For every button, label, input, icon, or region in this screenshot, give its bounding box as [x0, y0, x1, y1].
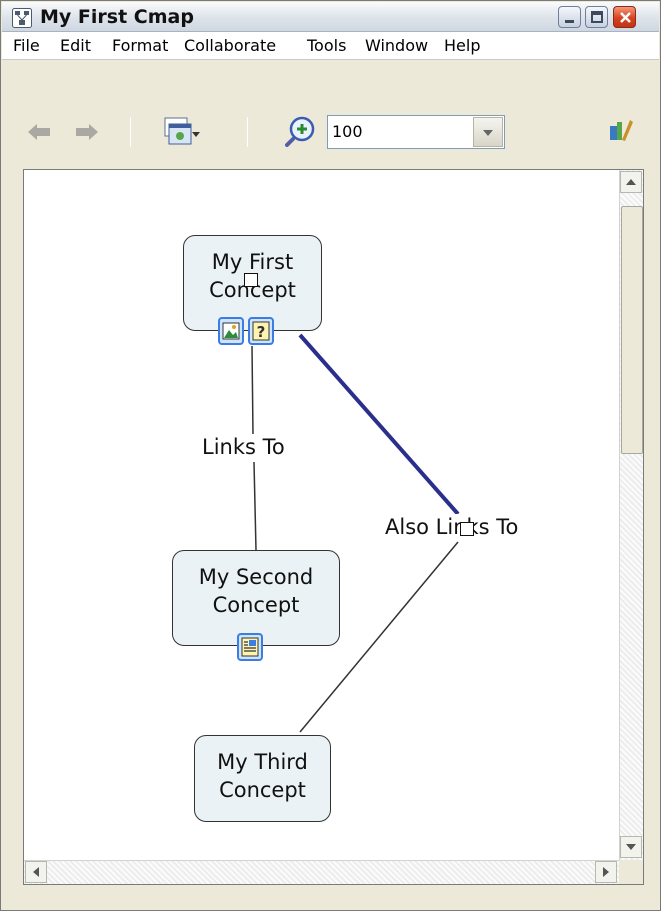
zoom-combobox[interactable]: 100 [327, 115, 505, 149]
zoom-in-icon[interactable] [285, 115, 317, 147]
link-label-links-to[interactable]: Links To [200, 434, 287, 460]
zoom-value[interactable]: 100 [332, 116, 363, 148]
scroll-down-button[interactable] [620, 836, 642, 858]
selected-link-line[interactable] [298, 333, 460, 516]
link-line[interactable] [251, 345, 254, 436]
close-icon [620, 12, 631, 23]
concept-label-line: My Second [198, 565, 314, 589]
link-label-also-links-to[interactable]: Also Links To [383, 514, 521, 540]
maximize-button[interactable] [585, 6, 608, 28]
chevron-up-icon [626, 179, 636, 185]
chevron-down-icon [483, 130, 493, 136]
scroll-right-button[interactable] [595, 861, 617, 883]
scroll-left-button[interactable] [25, 861, 47, 883]
zoom-dropdown-button[interactable] [473, 117, 503, 147]
selection-handle[interactable] [460, 522, 474, 536]
minimize-button[interactable] [558, 6, 581, 28]
concept-my-third-concept[interactable]: My Third Concept [194, 735, 331, 822]
scroll-up-button[interactable] [620, 171, 642, 193]
chevron-right-icon [603, 867, 609, 877]
cmap-style-icon[interactable] [608, 117, 634, 145]
menu-tools[interactable]: Tools [306, 32, 347, 60]
menu-edit[interactable]: Edit [59, 32, 92, 60]
menu-help[interactable]: Help [443, 32, 481, 60]
scroll-corner [619, 860, 643, 884]
chevron-down-icon [626, 844, 636, 850]
back-arrow-icon[interactable] [25, 121, 53, 143]
forward-arrow-icon[interactable] [73, 121, 101, 143]
selection-handle[interactable] [244, 273, 258, 287]
vertical-scrollbar[interactable] [619, 170, 643, 860]
concept-label-line: My First [211, 250, 294, 274]
help-resource-icon[interactable]: ? [248, 317, 274, 345]
app-icon [12, 8, 32, 28]
svg-text:?: ? [257, 323, 266, 341]
document-resource-icon[interactable] [237, 633, 263, 661]
menu-file[interactable]: File [12, 32, 41, 60]
title-bar[interactable]: My First Cmap [2, 2, 659, 32]
horizontal-scrollbar[interactable] [24, 860, 619, 884]
app-window: My First Cmap File Edit Format Collabora… [0, 0, 661, 911]
menu-bar: File Edit Format Collaborate Tools Windo… [2, 32, 659, 60]
vertical-scroll-thumb[interactable] [621, 206, 643, 454]
toolbar-separator [247, 117, 248, 147]
chevron-left-icon [33, 867, 39, 877]
close-button[interactable] [613, 6, 636, 28]
image-resource-icon[interactable] [218, 317, 244, 345]
view-options-icon[interactable] [161, 115, 201, 149]
concept-my-second-concept[interactable]: My Second Concept [172, 550, 340, 646]
cmap-canvas-frame: My First Concept ? Links To Also Links T… [23, 169, 644, 885]
menu-collaborate[interactable]: Collaborate [183, 32, 277, 60]
concept-label-line: Concept [212, 593, 300, 617]
link-line[interactable] [253, 461, 257, 551]
menu-format[interactable]: Format [111, 32, 169, 60]
minimize-icon [565, 20, 574, 23]
window-title: My First Cmap [40, 6, 194, 28]
cmap-canvas[interactable]: My First Concept ? Links To Also Links T… [24, 170, 619, 860]
menu-window[interactable]: Window [364, 32, 429, 60]
toolbar-separator [130, 117, 131, 147]
concept-label-line: My Third [217, 750, 308, 774]
toolbar [2, 61, 659, 165]
concept-label-line: Concept [219, 778, 306, 802]
maximize-icon [591, 11, 603, 23]
